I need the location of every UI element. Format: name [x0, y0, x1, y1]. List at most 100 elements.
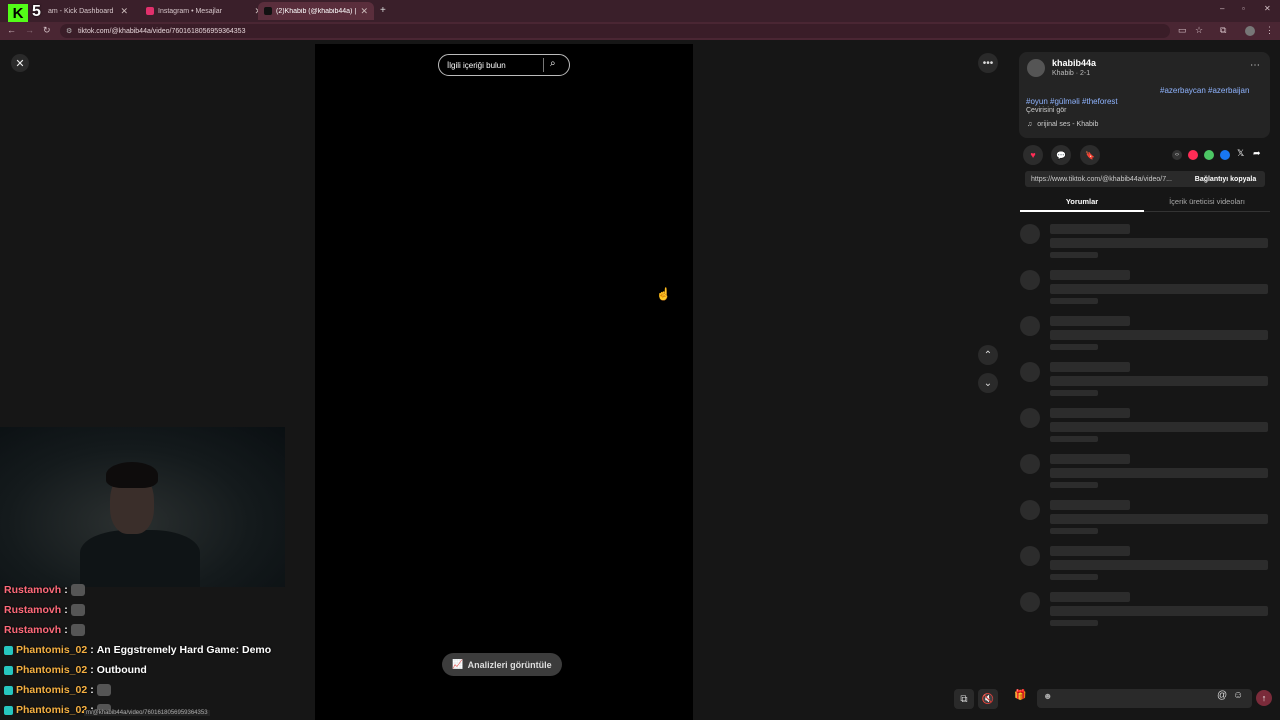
skeleton-bar	[1050, 330, 1268, 340]
skeleton-bar	[1050, 436, 1098, 442]
chat-message: Phantomis_02: An Eggstremely Hard Game: D…	[4, 644, 271, 656]
back-icon[interactable]: ←	[7, 25, 16, 35]
skeleton-bar	[1050, 500, 1130, 510]
like-heart-icon[interactable]: ♥	[1023, 145, 1043, 165]
embed-icon[interactable]: ‹›	[1172, 150, 1182, 160]
search-icon[interactable]: ⌕	[550, 58, 556, 69]
skeleton-bar	[1050, 468, 1268, 478]
emote-icon	[96, 684, 111, 696]
chat-message: Phantomis_02:	[4, 684, 111, 696]
close-tab-icon[interactable]: ✕	[360, 6, 368, 17]
chat-separator: :	[64, 604, 68, 616]
skeleton-bar	[1050, 344, 1098, 350]
site-info-icon[interactable]: ⚙	[66, 27, 72, 35]
tab-instagram[interactable]: Instagram • Mesajlar ✕	[140, 2, 268, 20]
facebook-icon[interactable]	[1220, 150, 1230, 160]
bookmark-star-icon[interactable]: ☆	[1195, 25, 1203, 36]
post-more-icon[interactable]: ⋯	[1250, 60, 1260, 71]
skeleton-bar	[1050, 316, 1130, 326]
view-analytics-button[interactable]: 📈 Analizleri görüntüle	[442, 653, 562, 676]
chat-username[interactable]: Rustamovh	[4, 604, 61, 616]
chevron-down-icon[interactable]: ⌄	[978, 373, 998, 393]
tab-label: Instagram • Mesajlar	[158, 7, 222, 15]
skeleton-avatar	[1020, 270, 1040, 290]
video-player[interactable]	[315, 44, 693, 720]
subscriber-badge-icon	[4, 685, 13, 695]
install-icon[interactable]: ▭	[1178, 25, 1187, 36]
close-icon[interactable]: ✕	[11, 54, 29, 72]
skeleton-bar	[1050, 224, 1130, 234]
comment-icon[interactable]: 💬	[1051, 145, 1071, 165]
gift-icon[interactable]: 🎁	[1014, 690, 1026, 701]
more-icon[interactable]: •••	[978, 53, 998, 73]
mute-icon[interactable]: 🔇	[978, 689, 998, 709]
forward-icon[interactable]: →	[25, 25, 34, 35]
chat-username[interactable]: Phantomis_02	[16, 664, 87, 676]
sound-label: orijinal ses - Khabib	[1037, 121, 1099, 128]
skeleton-bar	[1050, 514, 1268, 524]
skeleton-bar	[1050, 422, 1268, 432]
skeleton-bar	[1050, 390, 1098, 396]
emoji-icon[interactable]: ☺	[1233, 690, 1243, 701]
share-arrow-icon[interactable]: ➦	[1253, 148, 1261, 159]
bookmark-icon[interactable]: 🔖	[1080, 145, 1100, 165]
avatar[interactable]	[1027, 59, 1045, 77]
status-url: m/@khabib44a/video/7601618056959364353	[84, 710, 210, 716]
profile-avatar[interactable]	[1245, 26, 1255, 36]
hashtags-line-2[interactable]: #oyun #gülməli #theforest	[1026, 97, 1118, 106]
sticker-icon[interactable]: ☻	[1043, 691, 1052, 701]
chat-username[interactable]: Phantomis_02	[16, 644, 87, 656]
tab-comments[interactable]: Yorumlar	[1020, 197, 1144, 206]
close-tab-icon[interactable]: ✕	[120, 6, 128, 17]
x-icon[interactable]: 𝕏	[1237, 148, 1244, 159]
search-placeholder: İlgili içeriği bulun	[447, 60, 506, 70]
subscriber-badge-icon	[4, 705, 13, 715]
skeleton-avatar	[1020, 500, 1040, 520]
share-tiktok-icon[interactable]	[1188, 150, 1198, 160]
skeleton-avatar	[1020, 454, 1040, 474]
whatsapp-icon[interactable]	[1204, 150, 1214, 160]
extensions-icon[interactable]: ⧉	[1220, 25, 1226, 36]
emote-icon	[70, 584, 85, 596]
mention-icon[interactable]: @	[1217, 690, 1227, 701]
username[interactable]: khabib44a	[1052, 58, 1096, 68]
new-tab-button[interactable]: +	[380, 5, 386, 16]
chat-username[interactable]: Rustamovh	[4, 584, 61, 596]
skeleton-bar	[1050, 528, 1098, 534]
skeleton-bar	[1050, 298, 1098, 304]
window-close-icon[interactable]: ✕	[1264, 4, 1271, 13]
chat-separator: :	[90, 644, 94, 656]
skeleton-avatar	[1020, 546, 1040, 566]
analytics-label: Analizleri görüntüle	[467, 659, 552, 670]
webcam-person-hair	[106, 462, 158, 488]
send-icon[interactable]: ↑	[1256, 690, 1272, 706]
url-field[interactable]: tiktok.com/@khabib44a/video/760161805695…	[60, 24, 1170, 38]
tab-label: am - Kick Dashboard	[48, 7, 114, 15]
minimize-icon[interactable]: –	[1220, 4, 1224, 13]
search-divider	[543, 58, 544, 72]
chat-username[interactable]: Phantomis_02	[16, 684, 87, 696]
chat-separator: :	[64, 624, 68, 636]
active-tab-indicator	[1020, 210, 1144, 212]
chevron-up-icon[interactable]: ⌃	[978, 345, 998, 365]
maximize-icon[interactable]: ▫	[1242, 4, 1245, 13]
emote-icon	[70, 604, 85, 616]
skeleton-bar	[1050, 546, 1130, 556]
hashtags-line-1[interactable]: #azerbaycan #azerbaijan	[1160, 86, 1249, 95]
sound-row[interactable]: ♫ orijinal ses - Khabib	[1027, 121, 1098, 128]
see-translation-link[interactable]: Çevirisini gör	[1026, 107, 1066, 114]
skeleton-avatar	[1020, 224, 1040, 244]
copy-link-button[interactable]: Bağlantıyı kopyala	[1186, 171, 1265, 187]
chat-username[interactable]: Phantomis_02	[16, 704, 87, 716]
tab-creator-videos[interactable]: İçerik üreticisi videoları	[1144, 197, 1270, 206]
picture-in-picture-icon[interactable]: ⧉	[954, 689, 974, 709]
skeleton-bar	[1050, 252, 1098, 258]
chat-username[interactable]: Rustamovh	[4, 624, 61, 636]
tab-tiktok[interactable]: (2)Khabib (@khabib44a) | TikTo ✕	[258, 2, 374, 20]
chat-text: Outbound	[96, 664, 147, 676]
reload-icon[interactable]: ↻	[43, 25, 51, 36]
skeleton-avatar	[1020, 316, 1040, 336]
skeleton-avatar	[1020, 362, 1040, 382]
browser-menu-icon[interactable]: ⋮	[1265, 25, 1274, 36]
skeleton-avatar	[1020, 408, 1040, 428]
